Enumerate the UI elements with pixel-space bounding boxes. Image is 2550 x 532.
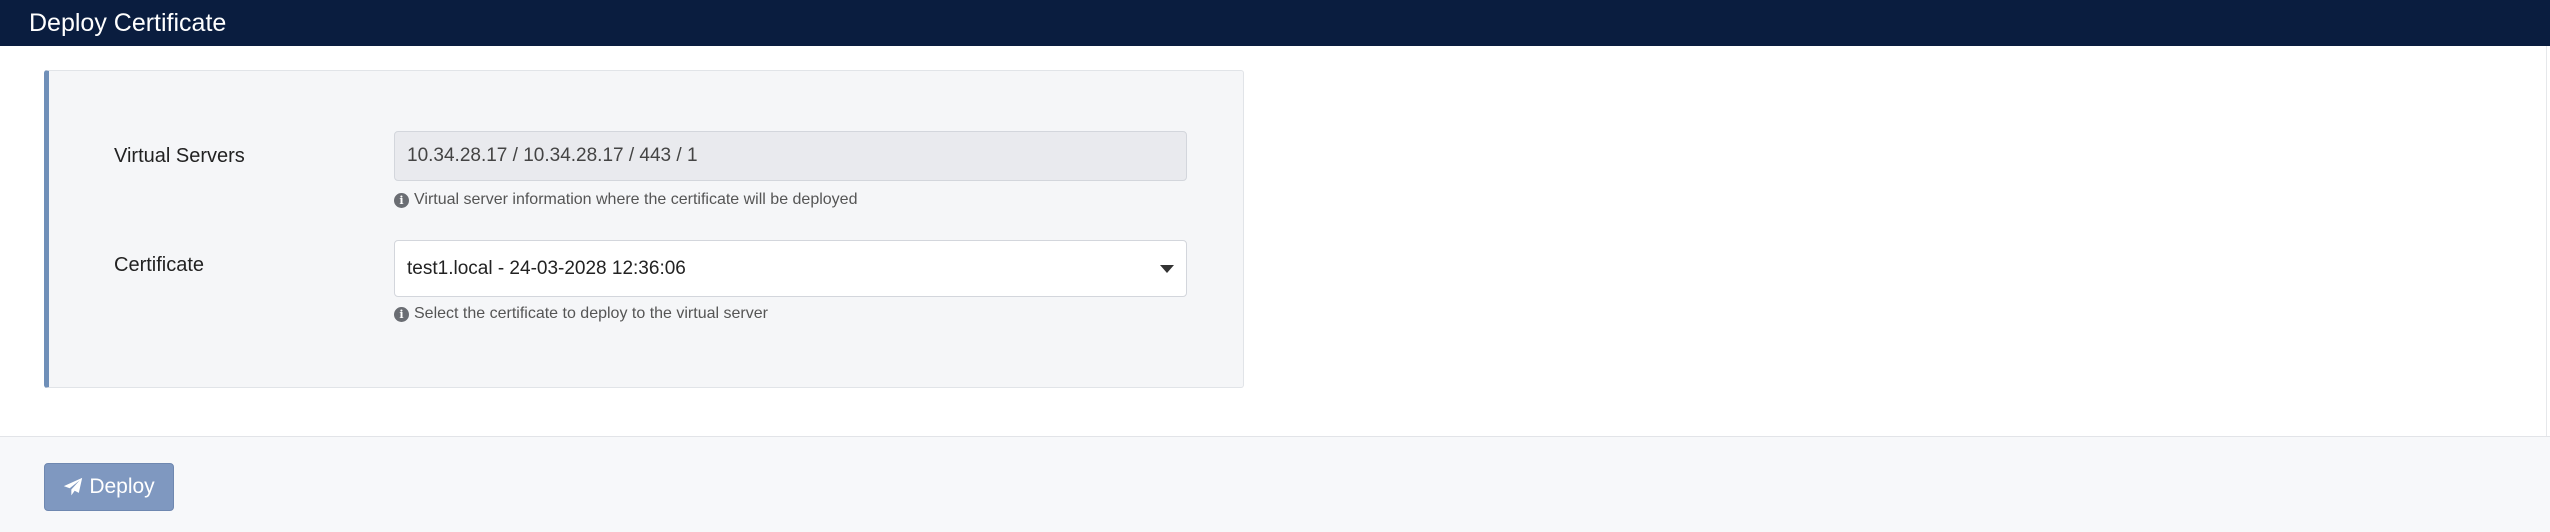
certificate-help-text: Select the certificate to deploy to the … (414, 305, 768, 322)
deploy-certificate-page: Deploy Certificate Virtual Servers 10.34… (0, 0, 2550, 532)
chevron-down-icon[interactable] (1160, 264, 1174, 273)
certificate-selected-value: test1.local - 24-03-2028 12:36:06 (407, 257, 686, 279)
paper-plane-icon (63, 477, 83, 497)
certificate-help: i Select the certificate to deploy to th… (394, 305, 768, 323)
page-title: Deploy Certificate (29, 8, 227, 37)
virtual-servers-field: 10.34.28.17 / 10.34.28.17 / 443 / 1 (394, 131, 1187, 181)
virtual-servers-label: Virtual Servers (114, 145, 245, 167)
info-icon: i (394, 306, 409, 322)
certificate-label: Certificate (114, 254, 205, 276)
footer-bar: Deploy (0, 436, 2550, 532)
virtual-servers-help-text: Virtual server information where the cer… (414, 191, 858, 208)
form-panel: Virtual Servers 10.34.28.17 / 10.34.28.1… (44, 70, 1244, 388)
virtual-servers-help: i Virtual server information where the c… (394, 191, 857, 209)
info-icon: i (394, 192, 409, 208)
deploy-button-label: Deploy (89, 475, 155, 498)
deploy-button[interactable]: Deploy (44, 463, 174, 511)
certificate-select[interactable]: test1.local - 24-03-2028 12:36:06 (394, 240, 1187, 297)
virtual-servers-value: 10.34.28.17 / 10.34.28.17 / 443 / 1 (407, 145, 698, 166)
title-bar: Deploy Certificate (0, 0, 2550, 46)
